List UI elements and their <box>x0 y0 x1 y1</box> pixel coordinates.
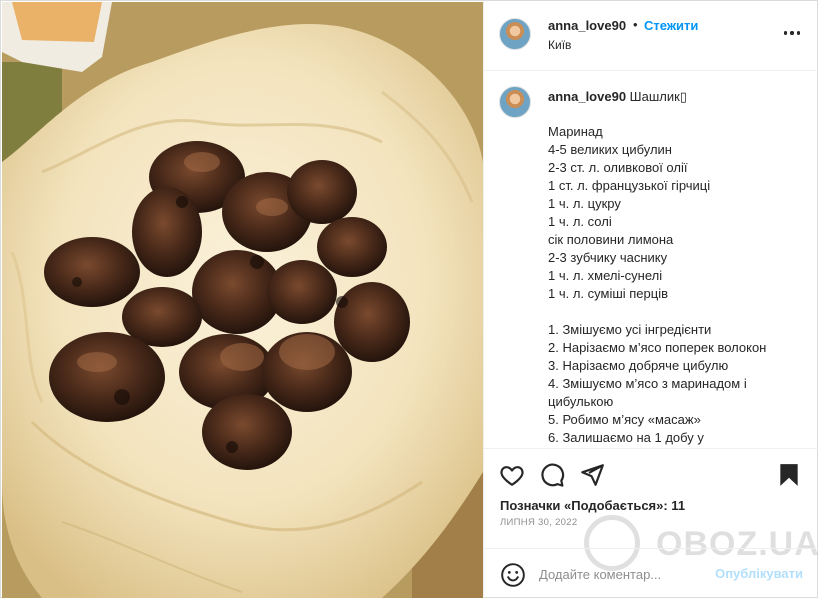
caption-line: 4-5 великих цибулин <box>548 142 672 157</box>
heart-icon[interactable] <box>499 462 525 488</box>
location-link[interactable]: Київ <box>548 38 571 52</box>
avatar[interactable] <box>499 18 531 50</box>
caption-line: 6. Залишаємо на 1 добу у <box>548 430 704 445</box>
add-comment-bar: Опублікувати <box>484 548 818 599</box>
caption-line: 2. Нарізаємо м’ясо поперек волокон <box>548 340 767 355</box>
publish-button[interactable]: Опублікувати <box>715 566 803 581</box>
more-options-icon[interactable] <box>779 23 805 43</box>
comment-icon[interactable] <box>539 462 565 488</box>
caption-area: anna_love90 Шашлик▯ Маринад 4-5 великих ц… <box>484 71 818 448</box>
action-bar <box>484 448 818 498</box>
comment-input[interactable] <box>539 561 709 587</box>
caption-line: 1 ст. л. французької гірчиці <box>548 178 711 193</box>
caption-line: Маринад <box>548 124 603 139</box>
post-photo[interactable] <box>2 2 483 598</box>
caption-line: 4. Змішуємо м’ясо з маринадом і цибулько… <box>548 376 747 409</box>
caption-username[interactable]: anna_love90 <box>548 89 626 104</box>
caption-text: Маринад 4-5 великих цибулин 2-3 ст. л. оли… <box>548 123 808 447</box>
caption-line: 1 ч. л. хмелі-сунелі <box>548 268 663 283</box>
paper-plane-icon[interactable] <box>579 462 605 488</box>
caption-line: 2-3 ст. л. оливкової олії <box>548 160 688 175</box>
caption-line: 5. Робимо м’ясу «масаж» <box>548 412 701 427</box>
shashlik-photo-image <box>2 2 483 598</box>
caption-line: 1 ч. л. солі <box>548 214 612 229</box>
caption-avatar[interactable] <box>499 86 531 118</box>
caption-line: 1. Змішуємо усі інгредієнти <box>548 322 712 337</box>
caption-line: 3. Нарізаємо добряче цибулю <box>548 358 729 373</box>
smiley-icon[interactable] <box>500 562 526 588</box>
caption-heading: anna_love90 Шашлик▯ <box>548 89 687 105</box>
caption-line: 1 ч. л. суміші перців <box>548 286 668 301</box>
post-date[interactable]: ЛИПНЯ 30, 2022 <box>500 517 577 528</box>
caption-line: 1 ч. л. цукру <box>548 196 621 211</box>
bookmark-icon[interactable] <box>776 462 802 488</box>
post-side-panel: anna_love90 • Стежити Київ anna_love90 Ш… <box>483 1 818 599</box>
instagram-post-modal: anna_love90 • Стежити Київ anna_love90 Ш… <box>0 0 818 599</box>
header-username[interactable]: anna_love90 <box>548 18 626 33</box>
post-header: anna_love90 • Стежити Київ <box>484 1 818 71</box>
header-separator-dot: • <box>633 17 638 32</box>
likes-count[interactable]: Позначки «Подобається»: 11 <box>500 498 685 513</box>
follow-button[interactable]: Стежити <box>644 18 698 33</box>
caption-line: сік половини лимона <box>548 232 674 247</box>
caption-title: Шашлик▯ <box>629 89 687 104</box>
caption-line: 2-3 зубчику часнику <box>548 250 668 265</box>
